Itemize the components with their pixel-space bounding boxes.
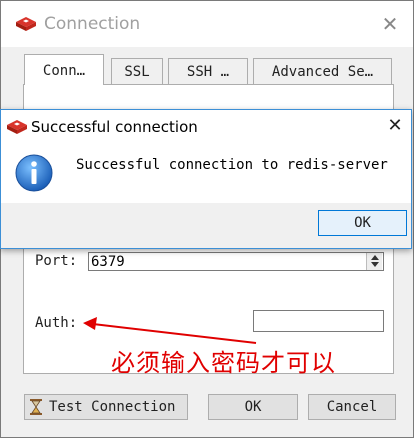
chevron-down-icon[interactable] (371, 262, 379, 267)
tab-ssh[interactable]: SSH … (168, 58, 248, 84)
close-icon[interactable]: ✕ (379, 13, 401, 35)
hourglass-icon (30, 399, 42, 415)
redis-icon (16, 17, 36, 31)
test-connection-button[interactable]: Test Connection (24, 394, 188, 420)
dialog-titlebar: Successful connection ✕ (1, 110, 411, 143)
info-icon (15, 154, 53, 192)
port-value: 6379 (91, 254, 125, 270)
dialog-title: Successful connection (31, 118, 198, 136)
annotation-text: 必须输入密码才可以 (111, 349, 336, 377)
port-stepper[interactable] (366, 253, 382, 270)
auth-field[interactable] (253, 310, 384, 332)
window-titlebar: Connection ✕ (1, 1, 413, 47)
tab-connection[interactable]: Conn… (24, 54, 104, 85)
port-field[interactable]: 6379 (88, 252, 384, 271)
dialog-message: Successful connection to redis-server (76, 157, 388, 173)
dialog-body: Successful connection to redis-server (1, 143, 411, 203)
test-connection-label: Test Connection (49, 399, 176, 415)
dialog-ok-button[interactable]: OK (318, 210, 407, 236)
close-icon[interactable]: ✕ (385, 116, 405, 136)
tab-advanced-settings[interactable]: Advanced Se… (253, 58, 392, 84)
chevron-up-icon[interactable] (371, 255, 379, 260)
ok-button[interactable]: OK (208, 394, 298, 420)
auth-label: Auth: (35, 315, 78, 331)
cancel-button[interactable]: Cancel (308, 394, 396, 420)
window-title: Connection (44, 14, 141, 34)
success-dialog: Successful connection ✕ Successful conne… (0, 109, 412, 249)
port-label: Port: (35, 253, 78, 269)
tab-ssl[interactable]: SSL (111, 58, 163, 84)
redis-icon (7, 120, 27, 134)
